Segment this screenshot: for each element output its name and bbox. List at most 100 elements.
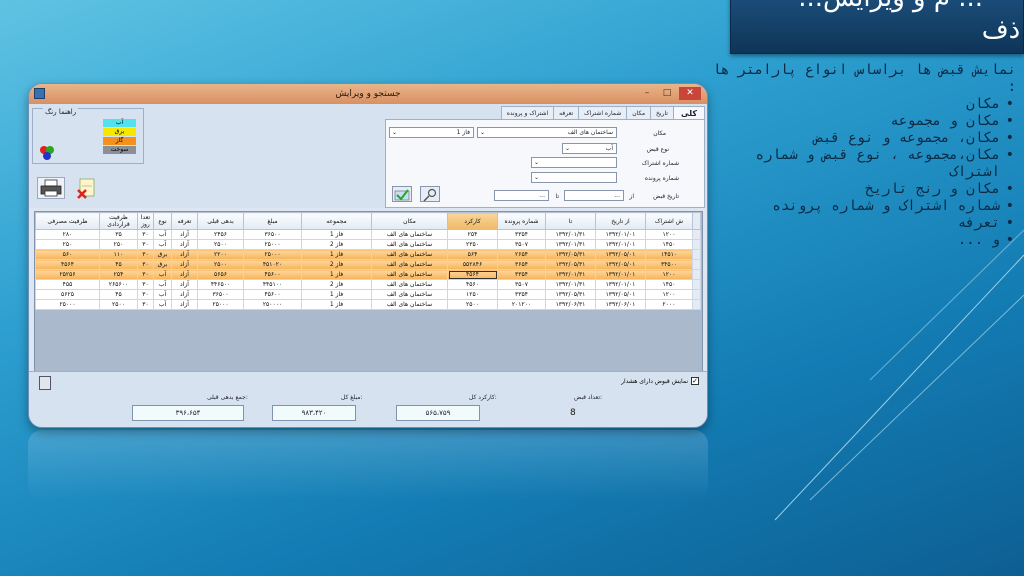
table-cell[interactable]: ۳۳۵۴ bbox=[497, 289, 546, 300]
table-cell[interactable]: ۲۲۰۰ bbox=[197, 249, 244, 260]
table-cell[interactable]: ۱۳۹۲/۰۵/۳۱ bbox=[545, 249, 596, 260]
table-cell[interactable]: ۳۵۰۷ bbox=[497, 279, 546, 290]
table-cell[interactable]: ۵۵۲۸۴۶ bbox=[447, 259, 498, 270]
subscription-select[interactable]: ⌄ bbox=[531, 157, 617, 168]
minimize-button[interactable]: – bbox=[639, 87, 655, 100]
table-cell[interactable]: ۱۳۹۲/۰۶/۳۱ bbox=[545, 299, 596, 310]
apply-filter-button[interactable] bbox=[392, 186, 412, 202]
table-cell[interactable]: ۲۵۰۰۰ bbox=[35, 299, 100, 310]
table-cell[interactable]: فاز 2 bbox=[301, 239, 372, 250]
table-cell[interactable]: ۱۳۹۲/۰۱/۳۱ bbox=[545, 269, 596, 280]
table-cell[interactable]: ۲۸۰ bbox=[35, 229, 100, 240]
tab-date[interactable]: تاریخ bbox=[650, 106, 674, 119]
col-previous-debt[interactable]: بدهی قبلی bbox=[197, 212, 244, 230]
table-cell[interactable]: ۱۳۹۲/۰۱/۳۱ bbox=[545, 229, 596, 240]
table-cell[interactable]: ۱۳۹۲/۰۵/۰۱ bbox=[595, 289, 646, 300]
table-cell[interactable]: ۳۰ bbox=[137, 249, 154, 260]
bill-type-select[interactable]: آب ⌄ bbox=[562, 143, 617, 154]
table-cell[interactable]: ۳۰ bbox=[137, 289, 154, 300]
table-cell[interactable]: ۴۵۶۴ bbox=[35, 259, 100, 270]
table-cell[interactable]: ۲۵۴ bbox=[447, 229, 498, 240]
table-row[interactable]: ۱۴۵۰ ۱۳۹۲/۰۱/۰۱ ۱۳۹۲/۰۱/۳۱ ۳۵۰۷ ۲۳۵۰ ساختمان … bbox=[35, 239, 701, 250]
table-cell[interactable]: ۲۵۰۰۰۰ bbox=[243, 299, 302, 310]
table-cell[interactable]: ۳۰ bbox=[137, 299, 154, 310]
table-cell[interactable]: فاز 1 bbox=[301, 289, 372, 300]
table-cell[interactable]: آزاد bbox=[171, 289, 198, 300]
table-cell[interactable]: ۱۳۹۲/۰۱/۰۱ bbox=[595, 269, 646, 280]
row-header-cell[interactable] bbox=[692, 299, 701, 310]
date-to-input[interactable]: ... bbox=[494, 190, 549, 201]
col-type[interactable]: نوع bbox=[153, 212, 172, 230]
table-cell[interactable]: ساختمان های الف bbox=[371, 229, 448, 240]
table-cell[interactable]: ۱۳۹۲/۰۱/۰۱ bbox=[595, 239, 646, 250]
tab-tariff[interactable]: تعرفه bbox=[553, 106, 580, 119]
table-cell[interactable]: ۲۵۰۰۰ bbox=[243, 239, 302, 250]
table-cell[interactable]: ۱۳۹۲/۰۵/۳۱ bbox=[545, 259, 596, 270]
date-from-input[interactable]: ... bbox=[564, 190, 624, 201]
table-cell[interactable]: برق bbox=[153, 249, 172, 260]
table-cell[interactable]: ۱۲۵۰ bbox=[447, 289, 498, 300]
search-button[interactable] bbox=[420, 186, 440, 202]
table-cell[interactable]: ۴۵۱۰۲۰ bbox=[243, 259, 302, 270]
table-cell[interactable]: ساختمان های الف bbox=[371, 269, 448, 280]
table-cell[interactable]: ۲۵۰۰ bbox=[197, 239, 244, 250]
tab-general[interactable]: کلی bbox=[672, 106, 705, 119]
file-select[interactable]: ⌄ bbox=[531, 172, 617, 183]
table-cell[interactable]: آب bbox=[153, 239, 172, 250]
table-cell[interactable]: آب bbox=[153, 269, 172, 280]
col-from-date[interactable]: از تاریخ bbox=[595, 212, 646, 230]
table-cell[interactable]: ۳۶۵۰۰ bbox=[197, 289, 244, 300]
table-cell[interactable]: ۴۴۵۱۰۰ bbox=[243, 279, 302, 290]
print-button[interactable] bbox=[37, 177, 65, 199]
table-cell[interactable]: ۵۶۴ bbox=[447, 249, 498, 260]
table-cell[interactable]: ۱۳۹۲/۰۵/۳۱ bbox=[545, 289, 596, 300]
table-cell[interactable]: ۲۵۰۰ bbox=[99, 299, 138, 310]
table-cell[interactable]: ساختمان های الف bbox=[371, 279, 448, 290]
table-cell[interactable]: آزاد bbox=[171, 269, 198, 280]
table-cell[interactable]: ۱۳۹۲/۰۱/۳۱ bbox=[545, 279, 596, 290]
row-header-cell[interactable] bbox=[692, 279, 701, 290]
tab-subscription-file[interactable]: اشتراک و پرونده bbox=[500, 106, 555, 119]
place-select[interactable]: ساختمان های الف ⌄ bbox=[477, 127, 617, 138]
table-cell[interactable]: ۳۰ bbox=[137, 269, 154, 280]
table-cell[interactable]: ۱۴۵۰ bbox=[645, 279, 693, 290]
table-cell[interactable]: ۱۳۹۲/۰۱/۳۱ bbox=[545, 239, 596, 250]
col-consumption-capacity[interactable]: ظرفیت مصرفی bbox=[35, 212, 100, 230]
col-tariff[interactable]: تعرفه bbox=[171, 212, 198, 230]
table-cell[interactable]: ۲۵۰۰۰ bbox=[197, 299, 244, 310]
table-cell[interactable]: ۳۰ bbox=[137, 279, 154, 290]
table-row[interactable]: ۲۰۰۰ ۱۳۹۲/۰۶/۰۱ ۱۳۹۲/۰۶/۳۱ ۲۰۱۲۰۰ ۲۵۰۰ ساختما… bbox=[35, 299, 701, 310]
table-row[interactable]: ۱۴۵۰ ۱۳۹۲/۰۱/۰۱ ۱۳۹۲/۰۱/۳۱ ۳۵۰۷ ۴۵۶۰ ساختمان … bbox=[35, 279, 701, 290]
table-cell[interactable]: ۳۳۵۴ bbox=[497, 229, 546, 240]
table-cell[interactable]: آب bbox=[153, 289, 172, 300]
table-cell[interactable]: ۲۰۱۲۰۰ bbox=[497, 299, 546, 310]
warning-filter[interactable]: ✓ نمایش قبوض دارای هشدار bbox=[621, 377, 699, 385]
table-cell[interactable]: آزاد bbox=[171, 229, 198, 240]
table-cell[interactable]: ۲۳۵۰ bbox=[447, 239, 498, 250]
table-cell[interactable]: ۲۵۲۵۶ bbox=[35, 269, 100, 280]
table-cell[interactable]: آزاد bbox=[171, 299, 198, 310]
table-row[interactable]: ۳۴۵۰۰ ۱۳۹۲/۰۵/۰۱ ۱۳۹۲/۰۵/۳۱ ۳۶۵۴ ۵۵۲۸۴۶ ساختم… bbox=[35, 259, 701, 270]
tab-place[interactable]: مکان bbox=[626, 106, 652, 119]
table-row[interactable]: ۱۴۵۱۰ ۱۳۹۲/۰۵/۰۱ ۱۳۹۲/۰۵/۳۱ ۲۶۵۴ ۵۶۴ ساختمان … bbox=[35, 249, 701, 260]
table-cell[interactable]: ۳۳۵۴ bbox=[497, 269, 546, 280]
table-cell[interactable]: ساختمان های الف bbox=[371, 299, 448, 310]
table-cell[interactable]: ۱۴۵۱۰ bbox=[645, 249, 693, 260]
row-header-cell[interactable] bbox=[692, 289, 701, 300]
table-cell[interactable]: فاز 2 bbox=[301, 259, 372, 270]
row-header-cell[interactable] bbox=[692, 229, 701, 240]
table-cell[interactable]: ۲۰۰۰ bbox=[645, 299, 693, 310]
table-cell[interactable]: ساختمان های الف bbox=[371, 239, 448, 250]
table-cell[interactable]: ۵۶۰ bbox=[35, 249, 100, 260]
table-row[interactable]: ۱۲۰۰ ۱۳۹۲/۰۵/۰۱ ۱۳۹۲/۰۵/۳۱ ۳۳۵۴ ۱۲۵۰ ساختمان … bbox=[35, 289, 701, 300]
maximize-button[interactable]: □ bbox=[659, 87, 675, 100]
table-cell[interactable]: ۴۵۵ bbox=[35, 279, 100, 290]
table-cell[interactable]: ۲۵۰۰ bbox=[447, 299, 498, 310]
table-cell[interactable]: ۱۳۹۲/۰۱/۰۱ bbox=[595, 279, 646, 290]
table-cell[interactable]: ۳۰ bbox=[137, 259, 154, 270]
table-cell[interactable]: ۴۵۶۴ bbox=[447, 269, 498, 280]
table-cell[interactable]: ۲۵۰۰۰ bbox=[243, 249, 302, 260]
table-cell[interactable]: ساختمان های الف bbox=[371, 289, 448, 300]
table-cell[interactable]: ۳۵ bbox=[99, 229, 138, 240]
table-cell[interactable]: ۳۵۰۷ bbox=[497, 239, 546, 250]
